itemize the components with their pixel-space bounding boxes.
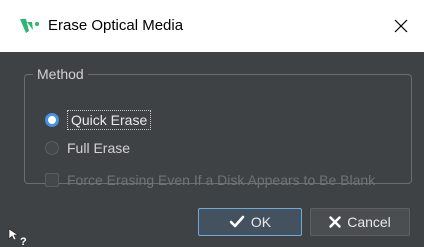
whats-this-help-icon[interactable]: ? [8,228,30,246]
wavelab-logo-icon [20,19,39,33]
force-erase-option: Force Erasing Even If a Disk Appears to … [45,172,375,188]
checkmark-icon [229,215,245,228]
force-erase-label: Force Erasing Even If a Disk Appears to … [67,172,376,188]
quick-erase-label[interactable]: Quick Erase [67,110,152,130]
method-legend: Method [37,66,84,82]
full-erase-option[interactable]: Full Erase [45,140,130,156]
full-erase-radio[interactable] [45,141,59,155]
dialog-body: Method Quick Erase Full Erase Force Eras… [0,52,424,247]
ok-button[interactable]: OK [198,208,302,236]
ok-label: OK [250,214,272,230]
force-erase-checkbox [45,173,59,187]
title-bar: Erase Optical Media [0,0,424,52]
x-icon [329,216,341,228]
close-button[interactable] [378,0,424,52]
quick-erase-radio[interactable] [45,113,59,127]
full-erase-label[interactable]: Full Erase [67,140,130,156]
cancel-label: Cancel [347,214,391,230]
quick-erase-option[interactable]: Quick Erase [45,110,152,130]
close-icon [394,19,408,33]
window-title: Erase Optical Media [48,17,184,34]
cancel-button[interactable]: Cancel [310,208,410,236]
method-group: Method Quick Erase Full Erase Force Eras… [24,66,412,188]
svg-text:?: ? [20,236,27,246]
